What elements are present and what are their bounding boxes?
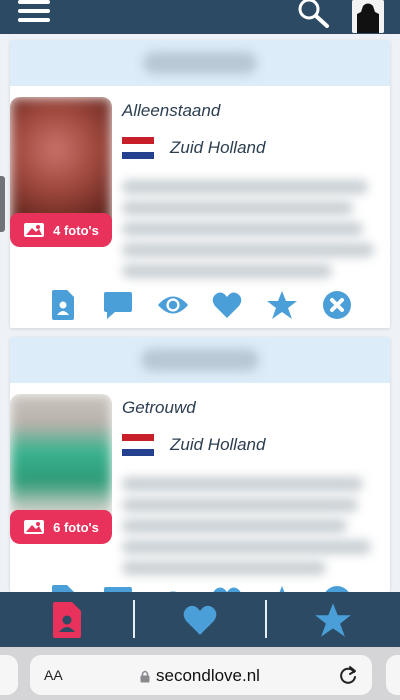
profile-icon[interactable] (47, 584, 79, 592)
photo-count-badge[interactable]: 4 foto's (10, 213, 112, 247)
card-header (10, 40, 390, 86)
profile-card[interactable]: 4 foto's Alleenstaand Zuid Holland (10, 40, 390, 328)
profile-icon[interactable] (47, 289, 79, 321)
profile-photo[interactable]: 6 foto's (10, 394, 112, 544)
search-icon[interactable] (294, 0, 332, 28)
blurred-description (122, 180, 384, 280)
location: Zuid Holland (122, 434, 265, 456)
blurred-description (122, 477, 384, 577)
star-icon (315, 602, 352, 637)
text-size-button[interactable]: AA (44, 667, 63, 683)
profile-icon (52, 601, 81, 638)
profile-card[interactable]: 6 foto's Getrouwd Zuid Holland (10, 337, 390, 592)
address-bar[interactable]: AA secondlove.nl (30, 655, 372, 695)
nav-starred[interactable] (267, 592, 400, 647)
card-actions (10, 580, 390, 592)
top-bar (0, 0, 400, 34)
lock-icon (140, 670, 150, 682)
view-icon[interactable] (157, 289, 189, 321)
blurred-username (143, 52, 257, 74)
card-header (10, 337, 390, 383)
message-icon[interactable] (102, 584, 134, 592)
netherlands-flag (122, 434, 154, 456)
profile-photo[interactable]: 4 foto's (10, 97, 112, 247)
nav-favorites[interactable] (133, 592, 267, 647)
heart-icon[interactable] (211, 289, 243, 321)
card-actions (10, 285, 390, 325)
bottom-nav (0, 592, 400, 647)
url-display[interactable]: secondlove.nl (140, 666, 260, 686)
star-icon[interactable] (266, 584, 298, 592)
photo-count-label: 6 foto's (53, 519, 99, 535)
previous-tab[interactable] (0, 655, 18, 695)
netherlands-flag (122, 137, 154, 159)
photo-count-badge[interactable]: 6 foto's (10, 510, 112, 544)
close-icon[interactable] (321, 289, 353, 321)
next-tab[interactable] (386, 655, 400, 695)
hamburger-icon[interactable] (18, 0, 50, 22)
heart-icon (183, 605, 217, 635)
region-label: Zuid Holland (170, 138, 266, 157)
heart-icon[interactable] (211, 584, 243, 592)
url-text: secondlove.nl (156, 666, 260, 685)
image-icon (24, 223, 45, 237)
avatar[interactable] (352, 0, 384, 33)
view-icon[interactable] (157, 584, 189, 592)
blurred-username (141, 349, 259, 371)
browser-bar: AA secondlove.nl (0, 647, 400, 700)
location: Zuid Holland (122, 137, 265, 159)
photo-count-label: 4 foto's (53, 222, 99, 238)
message-icon[interactable] (102, 289, 134, 321)
star-icon[interactable] (266, 289, 298, 321)
scroll-handle[interactable] (0, 176, 5, 232)
nav-profile[interactable] (0, 592, 133, 647)
nav-separator (133, 600, 136, 638)
close-icon[interactable] (321, 584, 353, 592)
relationship-status: Alleenstaand (122, 101, 221, 120)
relationship-status: Getrouwd (122, 398, 196, 417)
region-label: Zuid Holland (170, 435, 266, 454)
image-icon (24, 520, 45, 534)
reload-icon[interactable] (338, 664, 358, 686)
